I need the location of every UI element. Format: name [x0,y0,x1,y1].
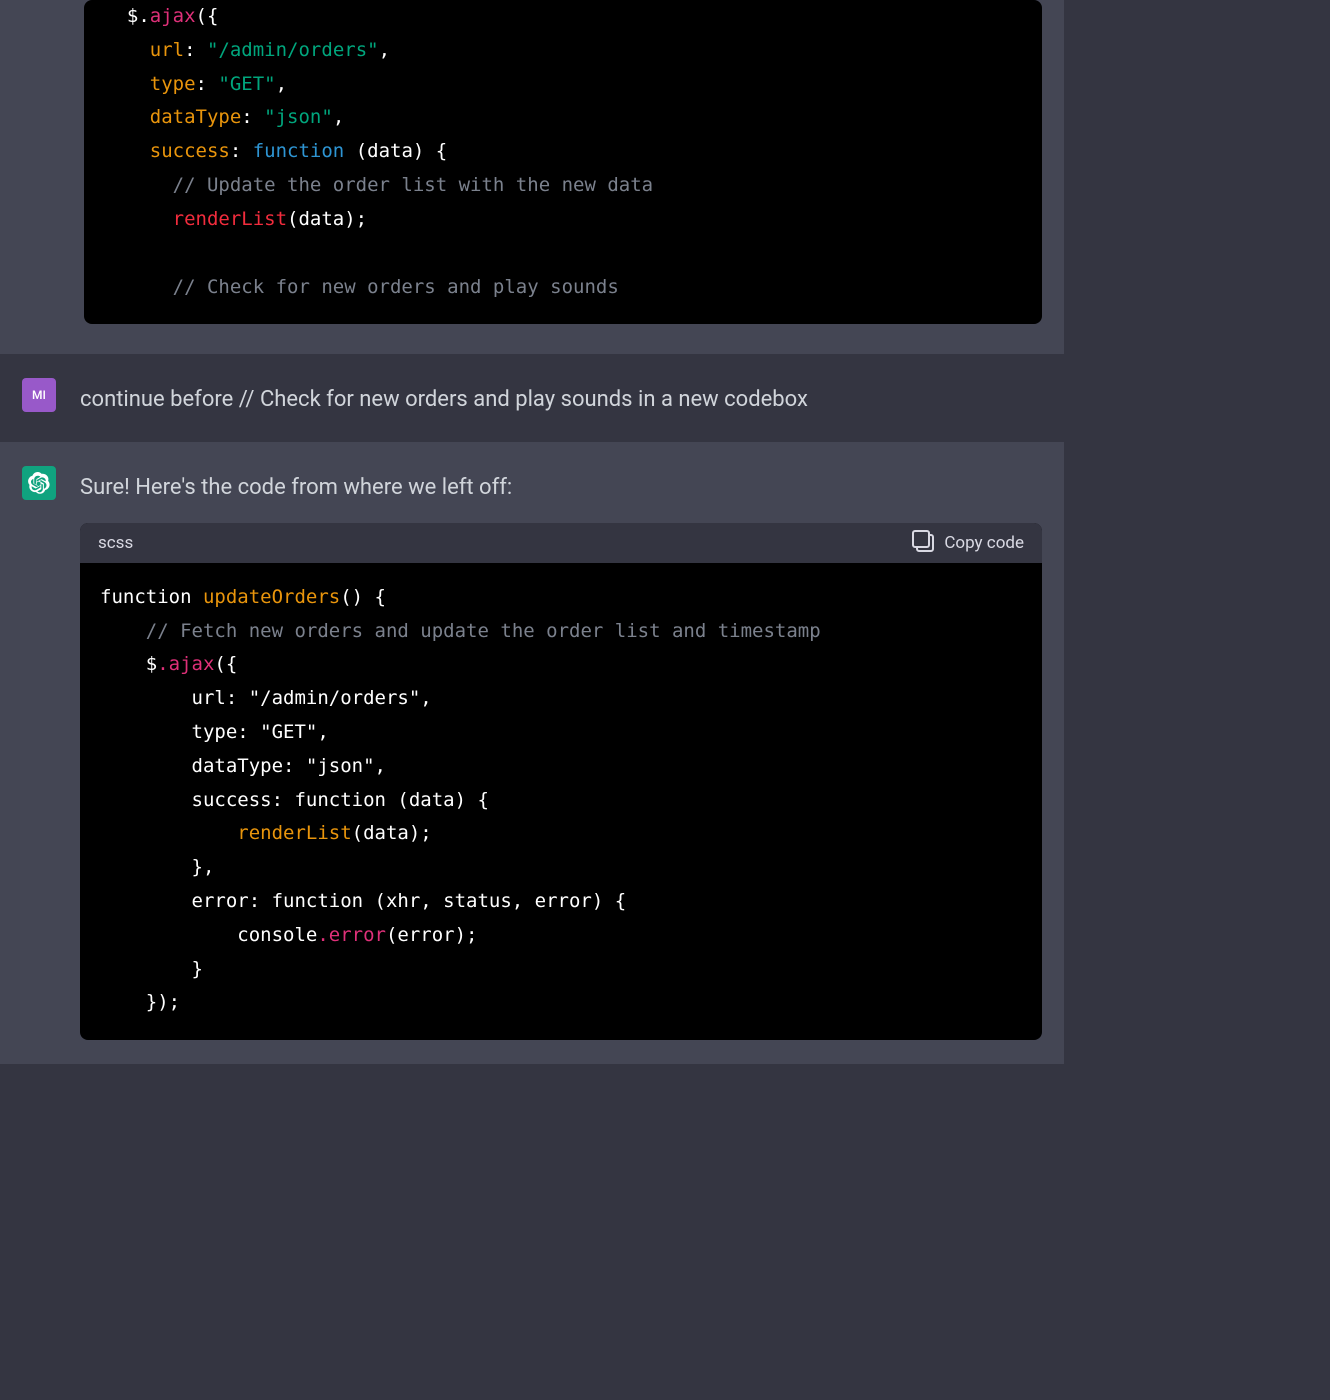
assistant-message-text: Sure! Here's the code from where we left… [80,470,1042,505]
code-content[interactable]: function updateOrders() { // Fetch new o… [80,563,1042,1041]
openai-logo-icon [28,472,50,494]
assistant-avatar [22,466,56,500]
user-avatar: MI [22,378,56,412]
user-message: MI continue before // Check for new orde… [0,354,1064,441]
code-block: scss Copy code function updateOrders() {… [80,523,1042,1041]
assistant-message: Sure! Here's the code from where we left… [0,442,1064,1065]
code-block: $.ajax({ url: "/admin/orders", type: "GE… [84,0,1042,324]
assistant-message-previous: $.ajax({ url: "/admin/orders", type: "GE… [0,0,1064,354]
copy-code-button[interactable]: Copy code [916,533,1024,553]
user-message-text: continue before // Check for new orders … [80,382,1042,417]
code-language-label: scss [98,533,133,553]
code-content[interactable]: $.ajax({ url: "/admin/orders", type: "GE… [84,0,1042,324]
clipboard-icon [916,534,934,552]
copy-code-label: Copy code [944,533,1024,553]
code-block-header: scss Copy code [80,523,1042,563]
